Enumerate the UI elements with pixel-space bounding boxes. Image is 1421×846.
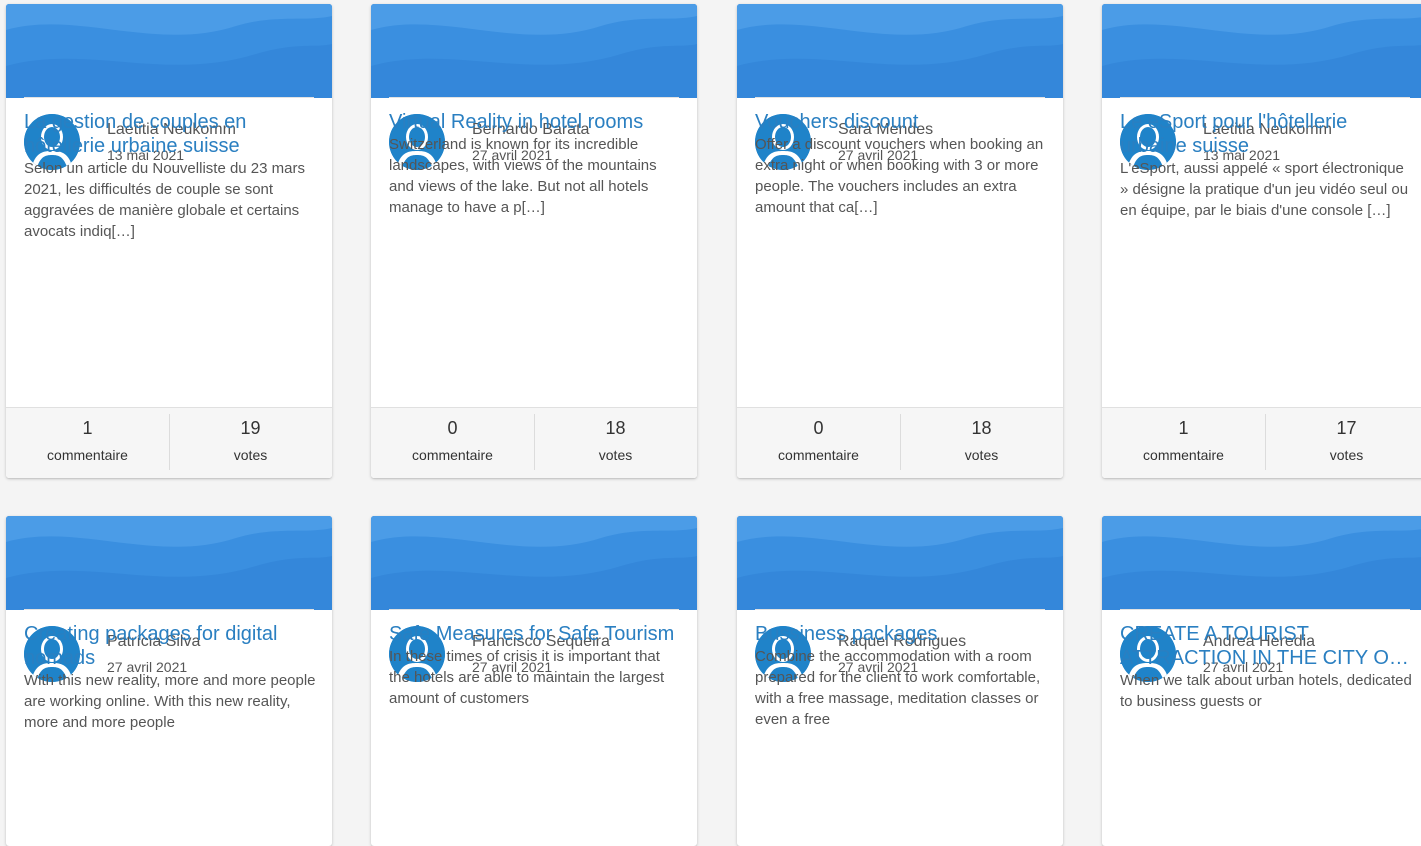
comments-stat[interactable]: 0 commentaire [737,408,900,478]
votes-stat[interactable]: 17 votes [1265,408,1421,478]
card-banner [6,516,332,610]
votes-count: 19 [240,418,261,438]
idea-card[interactable]: Francisco Sequeira 27 avril 2021 Safe Me… [371,516,697,846]
card-excerpt: When we talk about urban hotels, dedicat… [1120,672,1412,710]
card-title[interactable]: Virtual Reality in hotel rooms [389,110,683,134]
votes-count: 17 [1336,418,1357,438]
divider [389,609,679,610]
idea-card[interactable]: Laetitia Neukomm 13 mai 2021 Le eSport p… [1102,4,1421,478]
divider [755,97,1045,98]
card-title[interactable]: CREATE A TOURIST ATTRACTION IN THE CITY … [1120,622,1414,670]
comments-count: 1 [1178,418,1189,438]
divider [24,97,314,98]
card-excerpt: Combine the accommodation with a room pr… [755,648,1041,728]
divider [1120,609,1410,610]
divider [755,609,1045,610]
card-stats: 1 commentaire 17 votes [1102,407,1421,478]
divider [24,609,314,610]
card-banner [371,4,697,98]
card-excerpt: Switzerland is known for its incredible … [389,136,657,216]
idea-card[interactable]: Sara Mendes 27 avril 2021 Vouchers disco… [737,4,1063,478]
divider [1120,97,1410,98]
comments-count: 0 [813,418,824,438]
votes-label: votes [964,447,999,463]
votes-label: votes [1329,447,1364,463]
votes-count: 18 [605,418,626,438]
votes-label: votes [598,447,633,463]
card-title[interactable]: Vouchers discount [755,110,1049,134]
votes-stat[interactable]: 19 votes [169,408,332,478]
comments-label: commentaire [412,447,493,463]
idea-card[interactable]: Raquel Rodrigues 27 avril 2021 Bussiness… [737,516,1063,846]
idea-card[interactable]: Andrea Heredia 27 avril 2021 CREATE A TO… [1102,516,1421,846]
card-excerpt: Offer a discount vouchers when booking a… [755,136,1044,216]
card-stats: 1 commentaire 19 votes [6,407,332,478]
card-banner [737,4,1063,98]
comments-stat[interactable]: 0 commentaire [371,408,534,478]
card-banner [737,516,1063,610]
comments-count: 0 [447,418,458,438]
card-banner [1102,516,1421,610]
votes-stat[interactable]: 18 votes [534,408,697,478]
card-stats: 0 commentaire 18 votes [371,407,697,478]
card-title[interactable]: Bussiness packages [755,622,1049,646]
card-title[interactable]: La gestion de couples en hôtellerie urba… [24,110,318,158]
comments-count: 1 [82,418,93,438]
card-banner [1102,4,1421,98]
comments-stat[interactable]: 1 commentaire [6,408,169,478]
idea-card[interactable]: Patrícia Silva 27 avril 2021 Creating pa… [6,516,332,846]
votes-stat[interactable]: 18 votes [900,408,1063,478]
card-banner [371,516,697,610]
card-excerpt: With this new reality, more and more peo… [24,672,316,731]
card-excerpt: In these times of crisis it is important… [389,648,665,707]
card-excerpt: Selon un article du Nouvelliste du 23 ma… [24,160,305,240]
card-excerpt: L'eSport, aussi appelé « sport électroni… [1120,160,1409,219]
card-title[interactable]: Creating packages for digital nomads [24,622,318,670]
votes-count: 18 [971,418,992,438]
divider [389,97,679,98]
comments-label: commentaire [778,447,859,463]
votes-label: votes [233,447,268,463]
comments-label: commentaire [47,447,128,463]
comments-label: commentaire [1143,447,1224,463]
comments-stat[interactable]: 1 commentaire [1102,408,1265,478]
idea-card[interactable]: Laetitia Neukomm 13 mai 2021 La gestion … [6,4,332,478]
card-title[interactable]: Safe Measures for Safe Tourism [389,622,683,646]
card-banner [6,4,332,98]
idea-card[interactable]: Bernardo Barata 27 avril 2021 Virtual Re… [371,4,697,478]
card-stats: 0 commentaire 18 votes [737,407,1063,478]
card-title[interactable]: Le eSport pour l'hôtellerie urbaine suis… [1120,110,1414,158]
